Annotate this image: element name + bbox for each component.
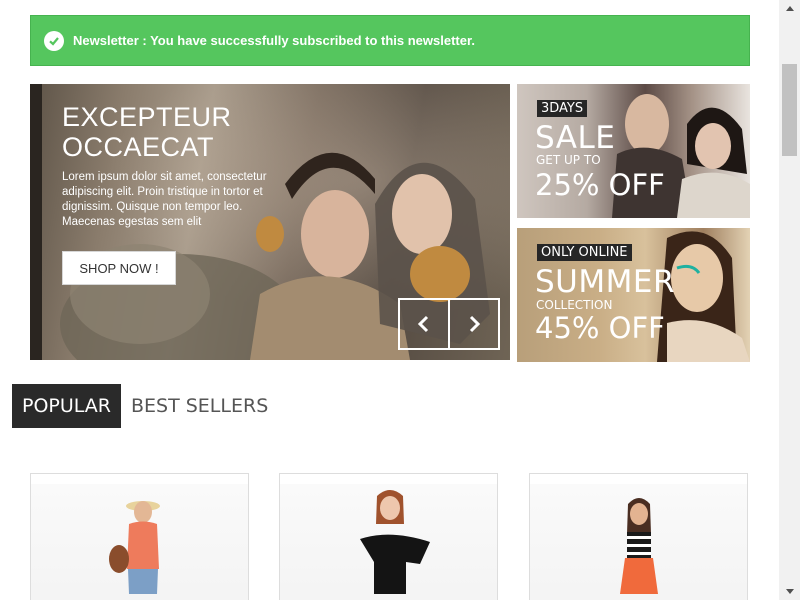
scroll-up-icon[interactable]	[779, 0, 800, 17]
hero-description: Lorem ipsum dolor sit amet, consectetur …	[62, 171, 267, 228]
alert-message: Newsletter : You have successfully subsc…	[73, 33, 475, 48]
sale-banner[interactable]: 3DAYS SALE GET UP TO 25% OFF	[517, 84, 750, 218]
summer-collection-banner[interactable]: ONLY ONLINE SUMMER COLLECTION 45% OFF	[517, 228, 750, 362]
chevron-left-icon[interactable]	[400, 300, 448, 348]
scroll-down-icon[interactable]	[779, 583, 800, 600]
product-card[interactable]	[279, 473, 498, 600]
scrollbar-thumb[interactable]	[782, 64, 797, 156]
product-card[interactable]	[529, 473, 748, 600]
banner-tag: 3DAYS	[537, 100, 588, 117]
product-card[interactable]	[30, 473, 249, 600]
hero-title: EXCEPTEUR OCCAECAT	[62, 102, 232, 162]
tab-best-sellers[interactable]: BEST SELLERS	[121, 384, 278, 428]
product-image[interactable]	[31, 484, 248, 600]
slide-edge	[30, 84, 42, 360]
banner-discount: 45% OFF	[535, 311, 665, 345]
product-image[interactable]	[530, 484, 747, 600]
tab-popular[interactable]: POPULAR	[12, 384, 121, 428]
product-image[interactable]	[280, 484, 497, 600]
banner-subline: GET UP TO	[536, 153, 601, 167]
banner-discount: 25% OFF	[535, 168, 665, 202]
shop-now-button[interactable]: SHOP NOW !	[62, 251, 176, 285]
banner-tag: ONLY ONLINE	[537, 244, 632, 261]
page-scrollbar[interactable]	[779, 0, 800, 600]
slider-controls	[398, 298, 500, 350]
banner-headline: SUMMER	[535, 264, 675, 300]
check-circle-icon	[44, 30, 64, 51]
hero-slider[interactable]: EXCEPTEUR OCCAECAT Lorem ipsum dolor sit…	[30, 84, 510, 360]
chevron-right-icon[interactable]	[448, 300, 498, 348]
product-tabs: POPULAR BEST SELLERS	[12, 384, 278, 428]
banner-headline: SALE	[535, 120, 616, 156]
newsletter-success-alert: Newsletter : You have successfully subsc…	[30, 15, 750, 66]
